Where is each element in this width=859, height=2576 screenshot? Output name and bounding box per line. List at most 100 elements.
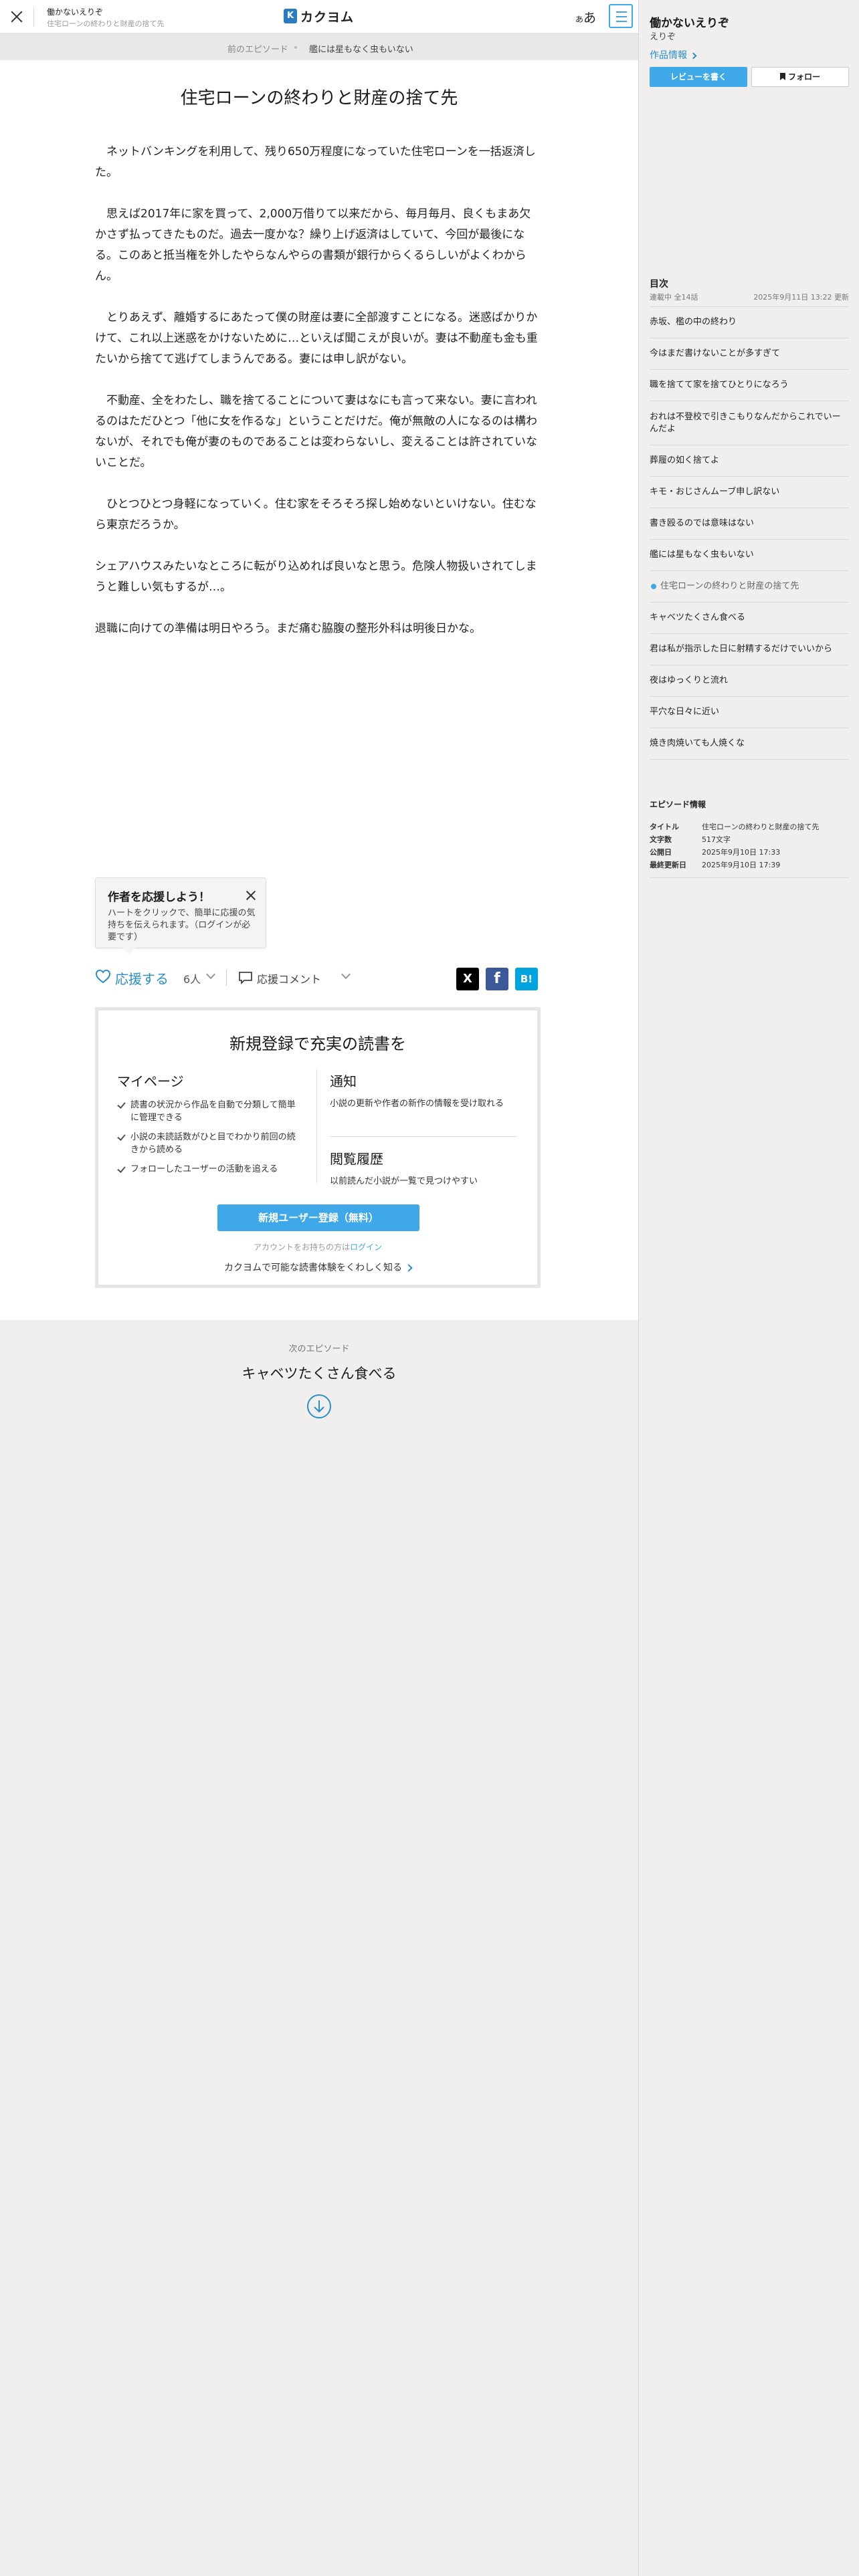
logo-mark-icon: K xyxy=(284,9,297,23)
episode-info-row: 公開日 2025年9月10日 17:33 xyxy=(650,847,849,859)
toc-item[interactable]: 書き殴るのでは意味はない xyxy=(650,508,849,539)
font-size-large-glyph: あ xyxy=(583,11,597,25)
comment-icon[interactable] xyxy=(238,971,253,984)
episode-info-heading: エピソード情報 xyxy=(650,800,706,809)
history-description: 以前読んだ小説が一覧で見つけやすい xyxy=(330,1176,478,1186)
toc-updated: 2025年9月11日 13:22 更新 xyxy=(753,293,849,302)
next-episode-block[interactable]: 次のエピソード キャベツたくさん食べる xyxy=(0,1320,638,1434)
body-paragraph: 思えば2017年に家を買って、2,000万借りて以来だから、毎月毎月、良くもまあ… xyxy=(95,207,531,283)
episode-actions: 応援する 6人 応援コメント X f B! xyxy=(95,964,541,991)
close-icon[interactable] xyxy=(8,8,25,25)
learn-more-link[interactable]: カクヨムで可能な読書体験をくわしく知る xyxy=(98,1261,537,1274)
comment-button[interactable]: 応援コメント xyxy=(257,970,321,986)
kakuyomu-logo[interactable]: K カクヨム xyxy=(284,7,354,25)
signup-button[interactable]: 新規ユーザー登録（無料） xyxy=(217,1204,419,1231)
actions-divider xyxy=(226,970,227,986)
feature-item: 小説の未読話数がひと目でわかり前回の続きから読める xyxy=(117,1131,298,1156)
body-paragraph: ひとつひとつ身軽になっていく。住む家をそろそろ探し始めないといけない。住むなら東… xyxy=(95,498,537,532)
notify-description: 小説の更新や作者の新作の情報を受け取れる xyxy=(330,1099,504,1109)
episode-title: 住宅ローンの終わりと財産の捨て先 xyxy=(180,88,458,108)
info-value: 2025年9月10日 17:39 xyxy=(702,861,781,869)
next-episode-label: 次のエピソード xyxy=(288,1344,350,1354)
bookmark-icon xyxy=(779,73,785,80)
work-info-label[interactable]: 作品情報 xyxy=(650,50,687,61)
close-icon[interactable] xyxy=(244,889,258,902)
chevron-right-icon xyxy=(690,52,697,60)
login-prefix: アカウントをお持ちの方は xyxy=(253,1243,350,1252)
toc-item[interactable]: 焼き肉焼いても人焼くな xyxy=(650,728,849,759)
episode-body: ネットバンキングを利用して、残り650万程度になっていた住宅ローンを一括返済した… xyxy=(95,142,541,660)
cheer-tooltip: 作者を応援しよう！ ハートをクリックで、簡単に応援の気持ちを伝えられます。（ログ… xyxy=(95,877,266,954)
mypage-title: マイページ xyxy=(117,1073,184,1089)
arrow-down-circle-icon[interactable] xyxy=(306,1394,332,1419)
login-link[interactable]: ログイン xyxy=(350,1243,382,1252)
top-bar: 働かないえりぞ 住宅ローンの終わりと財産の捨て先 K カクヨム ああ xyxy=(0,0,638,33)
toc-item[interactable]: 今はまだ書けないことが多すぎて xyxy=(650,338,849,369)
toc-list-icon[interactable] xyxy=(609,4,633,28)
body-paragraph: ネットバンキングを利用して、残り650万程度になっていた住宅ローンを一括返済した… xyxy=(95,145,536,179)
header-episode-title: 住宅ローンの終わりと財産の捨て先 xyxy=(47,19,165,28)
next-episode-title[interactable]: キャベツたくさん食べる xyxy=(0,1363,638,1383)
toc-item[interactable]: 平穴な日々に近い xyxy=(650,696,849,728)
episode-info-row: タイトル 住宅ローンの終わりと財産の捨て先 xyxy=(650,821,849,834)
feature-item: 読書の状況から作品を自動で分類して簡単に管理できる xyxy=(117,1099,298,1124)
toc-status: 連載中 全14話 xyxy=(650,293,698,302)
info-value: 2025年9月10日 17:33 xyxy=(702,848,781,857)
header-work-title[interactable]: 働かないえりぞ xyxy=(47,6,103,17)
share-x-icon[interactable]: X xyxy=(456,968,479,990)
episode-info-row: 文字数 517文字 xyxy=(650,834,849,847)
nav-separator-dot xyxy=(294,46,297,49)
logo-text: カクヨム xyxy=(300,9,355,25)
cheer-tooltip-title: 作者を応援しよう！ xyxy=(108,891,210,904)
prev-episode-title[interactable]: 艦には星もなく虫もいない xyxy=(309,42,413,55)
episode-info-table: タイトル 住宅ローンの終わりと財産の捨て先 文字数 517文字 公開日 2025年9月… xyxy=(650,821,849,878)
cheer-button[interactable]: 応援する xyxy=(115,968,169,988)
body-paragraph: シェアハウスみたいなところに転がり込めれば良いなと思う。危険人物扱いされてしまう… xyxy=(95,560,537,594)
font-setting-button[interactable]: ああ xyxy=(575,8,596,26)
learn-more-label[interactable]: カクヨムで可能な読書体験をくわしく知る xyxy=(224,1263,402,1273)
toc-item[interactable]: 夜はゆっくりと流れ xyxy=(650,665,849,696)
info-key: 公開日 xyxy=(650,848,672,857)
toc-item[interactable]: 艦には星もなく虫もいない xyxy=(650,539,849,570)
row-divider xyxy=(330,1136,517,1137)
signup-heading: 新規登録で充実の読書を xyxy=(229,1035,406,1053)
mypage-feature-list: 読書の状況から作品を自動で分類して簡単に管理できる 小説の未読話数がひと目でわか… xyxy=(117,1099,298,1182)
body-paragraph: とりあえず、離婚するにあたって僕の財産は妻に全部渡すことになる。迷惑ばかりかけて… xyxy=(95,311,538,366)
chevron-down-icon[interactable] xyxy=(205,969,216,980)
toc-item[interactable]: おれは不登校で引きこもりなんだからこれでいーんだよ xyxy=(650,401,849,445)
body-paragraph: 不動産、全をわたし、職を捨てることについて妻はなにも言って来ない。妻に言われるの… xyxy=(95,394,537,469)
share-hatena-icon[interactable]: B! xyxy=(515,968,538,990)
prev-episode-label[interactable]: 前のエピソード xyxy=(227,42,288,55)
heart-icon[interactable] xyxy=(95,969,111,984)
info-key: 最終更新日 xyxy=(650,861,686,869)
toc-item[interactable]: 職を捨てて家を捨てひとりになろう xyxy=(650,369,849,401)
toc-list: 赤坂、檻の中の終わり 今はまだ書けないことが多すぎて 職を捨てて家を捨てひとりに… xyxy=(650,306,849,760)
follow-label[interactable]: フォロー xyxy=(788,72,820,82)
toc-item[interactable]: キャベツたくさん食べる xyxy=(650,602,849,633)
toc-item[interactable]: キモ・おじさんムーブ申し訳ない xyxy=(650,476,849,508)
work-info-link[interactable]: 作品情報 xyxy=(650,48,697,62)
previous-episode-nav[interactable]: 前のエピソード 艦には星もなく虫もいない xyxy=(0,33,638,60)
info-key: 文字数 xyxy=(650,835,672,844)
toc-heading: 目次 xyxy=(650,279,668,290)
history-title: 閲覧履歴 xyxy=(330,1151,383,1167)
review-button[interactable]: レビューを書く xyxy=(650,67,747,87)
episode-info-row: 最終更新日 2025年9月10日 17:39 xyxy=(650,859,849,872)
info-key: タイトル xyxy=(650,823,679,831)
sidebar-author[interactable]: えりぞ xyxy=(650,29,676,42)
notify-title: 通知 xyxy=(330,1073,357,1089)
toc-item-current[interactable]: 住宅ローンの終わりと財産の捨て先 xyxy=(650,570,849,602)
chevron-right-icon xyxy=(405,1264,413,1272)
share-facebook-icon[interactable]: f xyxy=(486,968,508,990)
toc-item[interactable]: 赤坂、檻の中の終わり xyxy=(650,306,849,338)
signup-promo: 新規登録で充実の読書を マイページ 読書の状況から作品を自動で分類して簡単に管理… xyxy=(95,1007,541,1288)
sidebar-work-title[interactable]: 働かないえりぞ xyxy=(650,13,729,30)
toc-item[interactable]: 君は私が指示した日に射精するだけでいいから xyxy=(650,633,849,665)
info-value: 517文字 xyxy=(702,835,731,844)
toc-end-divider xyxy=(650,759,849,760)
toc-item[interactable]: 葬履の如く捨てよ xyxy=(650,445,849,476)
follow-button[interactable]: フォロー xyxy=(751,67,849,87)
cheer-count[interactable]: 6人 xyxy=(183,970,201,986)
chevron-down-icon[interactable] xyxy=(341,969,351,980)
main-column: 働かないえりぞ 住宅ローンの終わりと財産の捨て先 K カクヨム ああ 前のエピソ… xyxy=(0,0,638,2576)
